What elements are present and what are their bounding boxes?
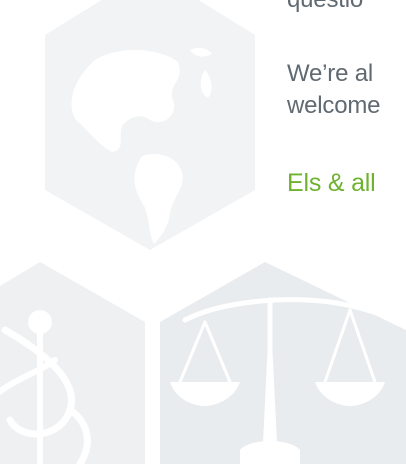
body-text-line-1: We’re al: [287, 60, 373, 87]
clipped-text-line: questio: [287, 0, 363, 14]
page: questio We’re al welcome Els & all: [0, 0, 406, 464]
signoff-text: Els & all: [287, 169, 376, 197]
body-text-line-2: welcome: [287, 92, 381, 119]
